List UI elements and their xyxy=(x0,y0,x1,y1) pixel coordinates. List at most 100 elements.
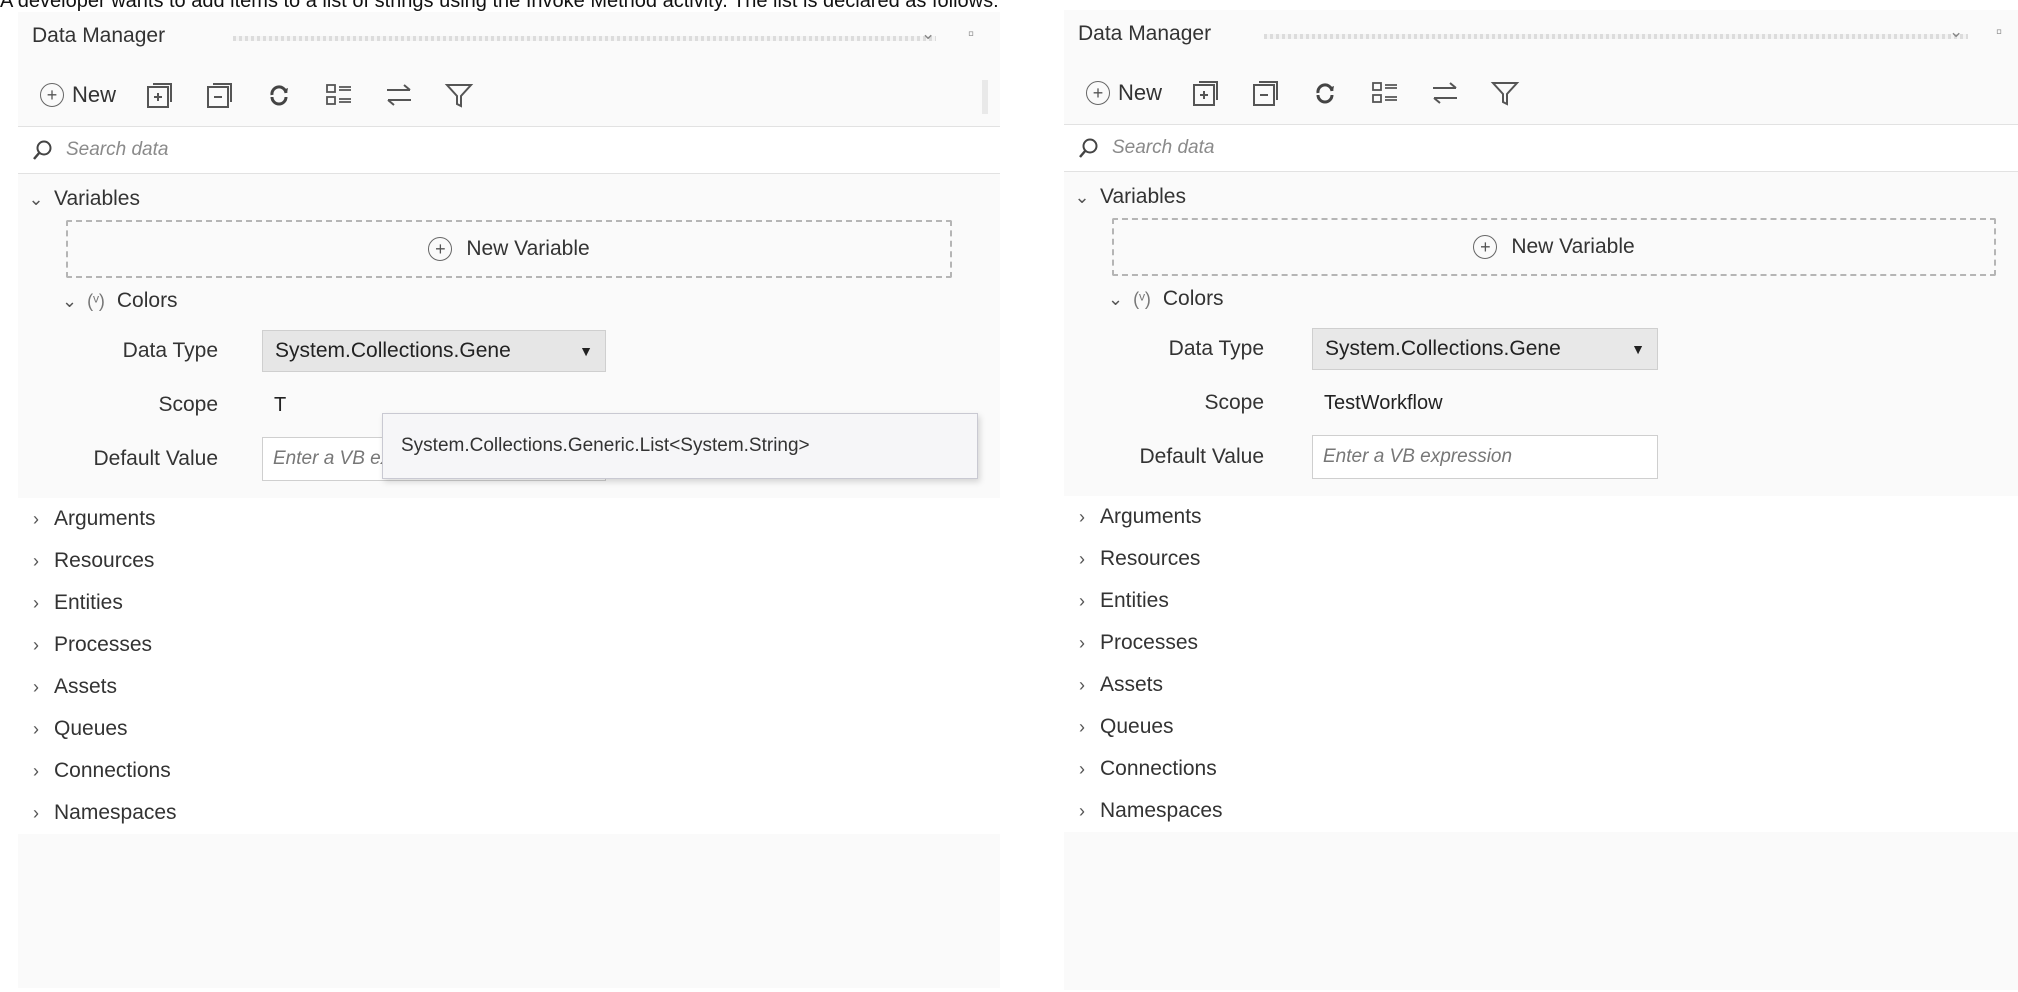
collapse-all-icon[interactable] xyxy=(1248,76,1282,110)
expand-all-icon[interactable] xyxy=(142,78,176,112)
section-namespaces[interactable]: › Namespaces xyxy=(18,792,1000,834)
section-processes[interactable]: › Processes xyxy=(1064,622,2018,664)
chevron-right-icon: › xyxy=(1079,590,1085,611)
data-type-popup-option[interactable]: System.Collections.Generic.List<System.S… xyxy=(382,413,978,479)
chevron-right-icon: › xyxy=(33,592,39,613)
variable-type-icon: (ᵛ) xyxy=(1133,288,1151,309)
pane-controls[interactable]: ⌄ ▫ xyxy=(1949,22,2016,42)
section-namespaces[interactable]: › Namespaces xyxy=(1064,790,2018,832)
chevron-right-icon: › xyxy=(33,802,39,823)
section-label: Processes xyxy=(1100,631,1199,654)
section-queues[interactable]: › Queues xyxy=(18,708,1000,750)
chevron-down-icon: ⌄ xyxy=(1108,288,1124,309)
panel-title: Data Manager xyxy=(1078,22,1212,45)
chevron-right-icon: › xyxy=(1079,758,1085,779)
chevron-right-icon: › xyxy=(33,718,39,739)
section-label: Entities xyxy=(54,591,123,614)
scope-row: Scope TestWorkflow xyxy=(1064,376,2018,430)
section-arguments[interactable]: › Arguments xyxy=(1064,496,2018,538)
chevron-right-icon: › xyxy=(1079,674,1085,695)
new-button-label: New xyxy=(72,82,117,107)
new-button[interactable]: + New xyxy=(40,82,116,108)
search-input[interactable] xyxy=(1110,136,1614,160)
title-drag-handle[interactable] xyxy=(233,36,936,41)
section-arguments[interactable]: › Arguments xyxy=(18,498,1000,540)
new-button[interactable]: + New xyxy=(1086,80,1162,106)
default-value-label: Default Value xyxy=(93,447,218,470)
chevron-right-icon: › xyxy=(1079,800,1085,821)
section-label: Arguments xyxy=(1100,505,1202,528)
data-type-dropdown[interactable]: System.Collections.Gene ▼ xyxy=(262,330,606,372)
new-variable-label: New Variable xyxy=(1511,235,1635,258)
chevron-down-icon: ⌄ xyxy=(28,188,44,209)
data-manager-panel-right: Data Manager ⌄ ▫ + New ⌄ xyxy=(1064,10,2018,990)
chevron-right-icon: › xyxy=(1079,506,1085,527)
sort-icon[interactable] xyxy=(382,78,416,112)
scope-value: TestWorkflow xyxy=(1324,391,1443,414)
refresh-icon[interactable] xyxy=(1308,76,1342,110)
group-icon[interactable] xyxy=(322,78,356,112)
panel-header: Data Manager ⌄ ▫ xyxy=(1064,10,2018,62)
toolbar-scroll-grip[interactable] xyxy=(982,80,988,114)
plus-circle-icon: + xyxy=(40,83,64,107)
search-bar xyxy=(18,126,1000,174)
variable-type-icon: (ᵛ) xyxy=(87,290,105,311)
group-icon[interactable] xyxy=(1368,76,1402,110)
sort-icon[interactable] xyxy=(1428,76,1462,110)
search-icon xyxy=(1079,138,1098,158)
variable-colors-node[interactable]: ⌄ (ᵛ) Colors xyxy=(1108,276,2018,322)
panel-title: Data Manager xyxy=(32,24,166,47)
data-manager-panel-left: Data Manager ⌄ ▫ + New Search data ⌄ Var… xyxy=(18,12,1000,988)
search-input[interactable] xyxy=(64,138,568,162)
new-variable-button[interactable]: + New Variable xyxy=(1112,218,1996,276)
variables-node[interactable]: ⌄ Variables xyxy=(18,178,1000,220)
chevron-right-icon: › xyxy=(1079,632,1085,653)
section-connections[interactable]: › Connections xyxy=(18,750,1000,792)
refresh-icon[interactable] xyxy=(262,78,296,112)
section-label: Connections xyxy=(1100,757,1217,780)
default-value-input[interactable] xyxy=(1312,435,1658,479)
section-resources[interactable]: › Resources xyxy=(18,540,1000,582)
section-processes[interactable]: › Processes xyxy=(18,624,1000,666)
search-icon xyxy=(33,140,52,160)
section-label: Namespaces xyxy=(1100,799,1223,822)
chevron-right-icon: › xyxy=(1079,548,1085,569)
scope-value: T xyxy=(274,393,287,416)
chevron-right-icon: › xyxy=(33,676,39,697)
data-type-label: Data Type xyxy=(122,339,218,362)
default-value-label: Default Value xyxy=(1139,445,1264,468)
new-variable-label: New Variable xyxy=(466,237,590,260)
search-bar xyxy=(1064,124,2018,172)
section-entities[interactable]: › Entities xyxy=(18,582,1000,624)
section-label: Namespaces xyxy=(54,801,177,824)
filter-icon[interactable] xyxy=(1488,76,1522,110)
expand-all-icon[interactable] xyxy=(1188,76,1222,110)
pane-controls[interactable]: ⌄ ▫ xyxy=(921,24,988,44)
section-connections[interactable]: › Connections xyxy=(1064,748,2018,790)
data-type-label: Data Type xyxy=(1168,337,1264,360)
section-resources[interactable]: › Resources xyxy=(1064,538,2018,580)
section-entities[interactable]: › Entities xyxy=(1064,580,2018,622)
section-assets[interactable]: › Assets xyxy=(1064,664,2018,706)
filter-icon[interactable] xyxy=(442,78,476,112)
toolbar: + New xyxy=(18,64,1000,126)
collapse-all-icon[interactable] xyxy=(202,78,236,112)
new-variable-button[interactable]: + New Variable xyxy=(66,220,952,278)
chevron-right-icon: › xyxy=(33,634,39,655)
variable-name: Colors xyxy=(116,289,178,312)
chevron-right-icon: › xyxy=(33,760,39,781)
scope-label: Scope xyxy=(1204,391,1264,414)
section-assets[interactable]: › Assets xyxy=(18,666,1000,708)
data-type-row: Data Type System.Collections.Gene ▼ xyxy=(18,324,1000,378)
section-label: Queues xyxy=(54,717,128,740)
variables-node[interactable]: ⌄ Variables xyxy=(1064,176,2018,218)
section-queues[interactable]: › Queues xyxy=(1064,706,2018,748)
chevron-right-icon: › xyxy=(33,550,39,571)
variable-colors-node[interactable]: ⌄ (ᵛ) Colors xyxy=(62,278,1000,324)
data-type-dropdown[interactable]: System.Collections.Gene ▼ xyxy=(1312,328,1658,370)
section-label: Queues xyxy=(1100,715,1174,738)
variables-label: Variables xyxy=(54,187,140,210)
plus-circle-icon: + xyxy=(1086,81,1110,105)
section-label: Assets xyxy=(1100,673,1164,696)
title-drag-handle[interactable] xyxy=(1264,34,1968,39)
